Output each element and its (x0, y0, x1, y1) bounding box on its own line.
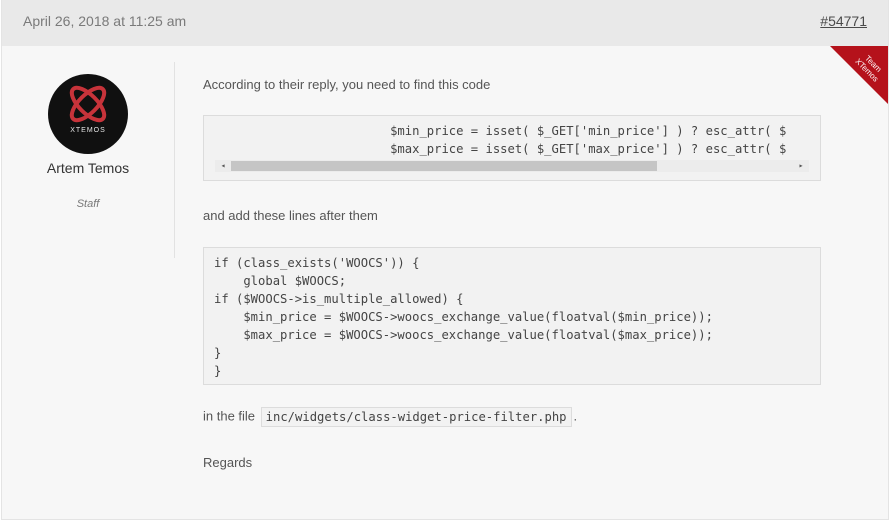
code-line: $max_price = isset( $_GET['max_price'] )… (214, 142, 787, 156)
author-name[interactable]: Artem Temos (2, 160, 174, 176)
code-line: } (214, 346, 222, 360)
file-location-text: in the file (203, 408, 256, 424)
team-ribbon: Team XTemos (830, 46, 888, 104)
avatar-brand-text: XTEMOS (70, 127, 106, 134)
code-block-original-lines: $min_price = isset( $_GET['min_price'] )… (214, 122, 786, 158)
code-block-original: $min_price = isset( $_GET['min_price'] )… (203, 115, 821, 181)
code-line: $max_price = $WOOCS->woocs_exchange_valu… (214, 328, 713, 342)
avatar[interactable]: XTEMOS (48, 74, 128, 154)
scroll-left-icon[interactable]: ◂ (217, 160, 229, 172)
code-line: } (214, 364, 222, 378)
paragraph-find-code: According to their reply, you need to fi… (203, 77, 491, 92)
author-panel: XTEMOS Artem Temos Staff (2, 46, 174, 256)
xtemos-logo-icon (69, 85, 107, 123)
paragraph-file-location: in the file inc/widgets/class-widget-pri… (203, 407, 577, 427)
code-line: $min_price = isset( $_GET['min_price'] )… (214, 124, 787, 138)
code-line: if ($WOOCS->is_multiple_allowed) { (214, 292, 464, 306)
scroll-right-icon[interactable]: ▸ (795, 160, 807, 172)
horizontal-scrollbar[interactable]: ◂ ▸ (215, 160, 809, 172)
code-line: $min_price = $WOOCS->woocs_exchange_valu… (214, 310, 713, 324)
code-block-addition-lines: if (class_exists('WOOCS')) { global $WOO… (214, 254, 713, 380)
file-path-code: inc/widgets/class-widget-price-filter.ph… (260, 407, 572, 427)
code-line: global $WOOCS; (214, 274, 347, 288)
reply-header: April 26, 2018 at 11:25 am #54771 (2, 0, 888, 46)
author-role: Staff (76, 198, 100, 210)
author-divider (174, 62, 175, 258)
reply-date: April 26, 2018 at 11:25 am (23, 13, 187, 29)
forum-reply: April 26, 2018 at 11:25 am #54771 Team X… (1, 0, 889, 520)
scrollbar-thumb[interactable] (231, 161, 657, 171)
paragraph-regards: Regards (203, 455, 253, 470)
reply-permalink[interactable]: #54771 (820, 13, 867, 29)
paragraph-add-lines: and add these lines after them (203, 208, 378, 223)
code-block-addition: if (class_exists('WOOCS')) { global $WOO… (203, 247, 821, 385)
code-line: if (class_exists('WOOCS')) { (214, 256, 420, 270)
file-location-period: . (573, 408, 578, 424)
